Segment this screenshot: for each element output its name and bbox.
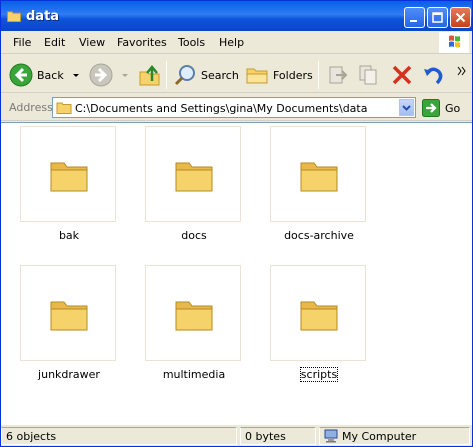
close-icon (455, 12, 466, 23)
chevron-right-icon (457, 66, 466, 76)
folder-icon (175, 301, 213, 331)
chevron-down-icon (402, 105, 411, 111)
search-button[interactable]: Search (173, 61, 239, 89)
toolbar-separator (166, 61, 167, 89)
menu-file[interactable]: File (13, 36, 31, 49)
folders-button[interactable]: Folders (245, 61, 313, 89)
status-location: My Computer (342, 430, 417, 443)
status-location-cell: My Computer (319, 427, 470, 445)
windows-logo-icon (439, 32, 469, 53)
forward-icon (89, 63, 113, 87)
up-button[interactable] (138, 61, 162, 89)
menu-bar: File Edit View Favorites Tools Help (1, 31, 472, 54)
folder-thumbnail (145, 126, 241, 222)
delete-icon (392, 65, 412, 85)
chevron-down-icon (122, 74, 128, 77)
folder-name: docs (181, 229, 207, 242)
status-size: 0 bytes (245, 430, 286, 443)
go-button[interactable]: Go (422, 99, 460, 117)
folder-name: multimedia (162, 368, 226, 381)
folder-icon (50, 162, 88, 192)
menu-favorites[interactable]: Favorites (117, 36, 167, 49)
maximize-icon (432, 12, 443, 23)
move-to-button[interactable] (326, 61, 350, 89)
search-label: Search (201, 68, 239, 82)
title-bar[interactable]: data (1, 1, 472, 31)
address-dropdown-button[interactable] (399, 99, 414, 116)
address-input[interactable]: C:\Documents and Settings\gina\My Docume… (52, 97, 416, 118)
maximize-button[interactable] (427, 7, 448, 28)
status-size-cell: 0 bytes (240, 427, 316, 445)
undo-icon (424, 67, 443, 85)
close-button[interactable] (450, 7, 471, 28)
status-objects-cell: 6 objects (1, 427, 237, 445)
folder-name: junkdrawer (38, 368, 100, 381)
folders-label: Folders (273, 68, 313, 82)
delete-button[interactable] (390, 61, 414, 89)
folder-icon (50, 301, 88, 331)
minimize-button[interactable] (404, 7, 425, 28)
go-label: Go (445, 101, 461, 115)
window-title: data (26, 9, 60, 24)
folder-thumbnail (145, 265, 241, 361)
folder-name-text: scripts (299, 367, 339, 382)
computer-icon (324, 429, 338, 443)
folder-thumbnail (270, 126, 366, 222)
toolbar-separator (318, 61, 319, 89)
folder-icon (300, 301, 338, 331)
minimize-icon (410, 20, 417, 22)
back-label: Back (37, 68, 64, 82)
forward-button[interactable] (89, 61, 131, 89)
search-icon (174, 65, 195, 86)
folder-name: docs-archive (284, 229, 354, 242)
address-bar: Address C:\Documents and Settings\gina\M… (1, 94, 472, 121)
menu-help[interactable]: Help (219, 36, 244, 49)
folder-thumbnail (20, 126, 116, 222)
status-objects: 6 objects (6, 430, 57, 443)
copy-to-button[interactable] (357, 61, 381, 89)
folder-thumbnail (20, 265, 116, 361)
explorer-window: data File Edit View Favorites Tools Help (0, 0, 473, 447)
toolbar-overflow-button[interactable] (457, 57, 467, 85)
menu-tools[interactable]: Tools (178, 36, 205, 49)
move-to-icon (329, 66, 348, 84)
back-icon (9, 63, 33, 87)
address-path: C:\Documents and Settings\gina\My Docume… (75, 102, 368, 115)
back-button[interactable]: Back (9, 61, 82, 89)
folder-thumbnail (270, 265, 366, 361)
menu-view[interactable]: View (79, 36, 105, 49)
address-label: Address (9, 101, 53, 114)
status-bar: 6 objects 0 bytes My Computer (1, 424, 472, 446)
menu-edit[interactable]: Edit (44, 36, 65, 49)
standard-toolbar: Back Search Folders (1, 55, 472, 93)
folder-icon (300, 162, 338, 192)
copy-to-icon (359, 65, 377, 85)
folder-icon (7, 11, 21, 22)
go-icon (422, 99, 440, 117)
folder-name: bak (58, 229, 80, 242)
folder-name: scripts (260, 367, 378, 382)
folders-icon (246, 68, 268, 84)
up-icon (139, 65, 160, 86)
chevron-down-icon (72, 74, 79, 77)
folder-view[interactable]: bak docs docs-archive junkdrawer multime… (1, 122, 472, 424)
undo-button[interactable] (421, 61, 445, 89)
folder-icon (56, 102, 72, 114)
folder-icon (175, 162, 213, 192)
